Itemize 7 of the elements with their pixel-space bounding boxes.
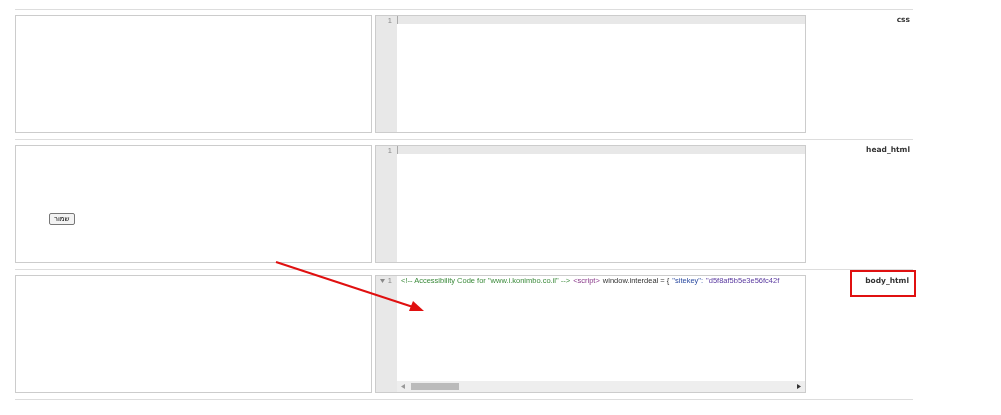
scroll-thumb[interactable] [411,383,459,390]
text-area[interactable] [15,15,372,133]
text-area[interactable] [15,275,372,393]
horizontal-scrollbar[interactable] [397,381,805,392]
scroll-right-icon[interactable] [797,384,801,389]
scroll-left-icon[interactable] [401,384,405,389]
fold-icon[interactable] [379,279,385,283]
